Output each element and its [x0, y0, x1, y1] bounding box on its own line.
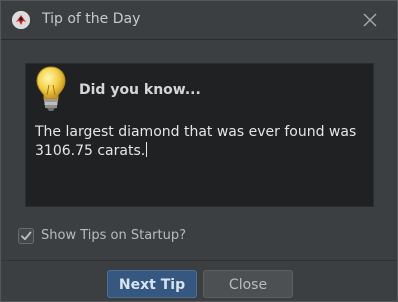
show-tips-checkbox[interactable] — [18, 228, 34, 244]
text-caret — [146, 142, 148, 157]
window-title: Tip of the Day — [42, 11, 141, 27]
next-tip-button[interactable]: Next Tip — [107, 270, 197, 298]
title-bar[interactable]: Tip of the Day — [1, 1, 397, 39]
lightbulb-icon — [35, 65, 67, 113]
tip-text-area[interactable]: The largest diamond that was ever found … — [35, 123, 365, 161]
button-bar: Next Tip Close — [1, 260, 397, 301]
tip-text: The largest diamond that was ever found … — [35, 124, 357, 159]
show-tips-label: Show Tips on Startup? — [41, 228, 186, 243]
checkmark-icon — [21, 231, 32, 241]
close-icon[interactable] — [361, 11, 379, 29]
tip-content-panel: Did you know... The largest diamond that… — [25, 63, 374, 207]
app-logo-icon — [12, 11, 30, 29]
title-separator — [1, 39, 397, 40]
tip-heading: Did you know... — [79, 82, 201, 98]
tip-of-the-day-dialog: Tip of the Day Did you know... The large… — [0, 0, 398, 302]
close-button[interactable]: Close — [203, 270, 293, 298]
